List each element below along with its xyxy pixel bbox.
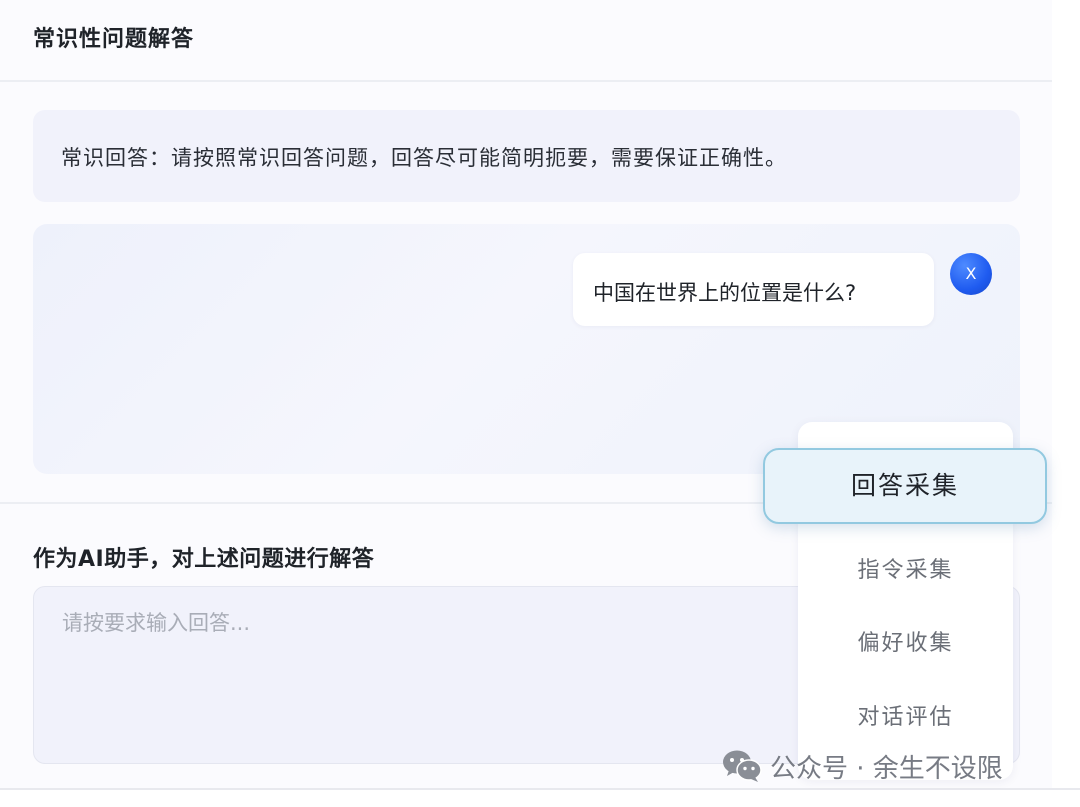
panel-header: 常识性问题解答 <box>0 0 1052 82</box>
menu-item-answer-collection[interactable]: 回答采集 <box>763 448 1047 524</box>
menu-item-instruction-collection[interactable]: 指令采集 <box>798 552 1013 584</box>
user-avatar: X <box>950 253 992 295</box>
page-title: 常识性问题解答 <box>33 27 195 52</box>
instruction-card: 常识回答：请按照常识回答问题，回答尽可能简明扼要，需要保证正确性。 <box>33 110 1020 202</box>
instruction-text: 常识回答：请按照常识回答问题，回答尽可能简明扼要，需要保证正确性。 <box>61 146 787 170</box>
wechat-icon <box>722 749 762 783</box>
bottom-divider <box>0 788 1080 790</box>
question-bubble: 中国在世界上的位置是什么? <box>573 253 934 326</box>
menu-item-preference-collection[interactable]: 偏好收集 <box>798 625 1013 657</box>
menu-item-dialogue-evaluation[interactable]: 对话评估 <box>798 699 1013 731</box>
question-text: 中国在世界上的位置是什么? <box>593 281 857 305</box>
watermark: 公众号 · 余生不设限 <box>722 746 1003 786</box>
watermark-text: 公众号 · 余生不设限 <box>770 753 1003 784</box>
answer-label: 作为AI助手，对上述问题进行解答 <box>33 547 375 572</box>
